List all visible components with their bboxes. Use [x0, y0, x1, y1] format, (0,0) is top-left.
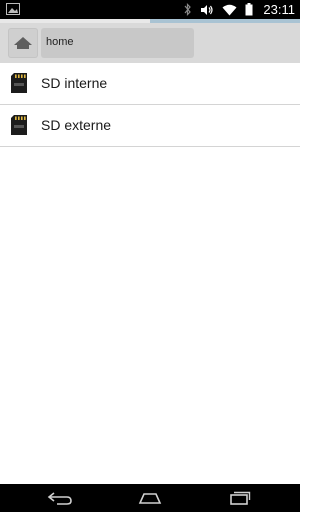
storage-list: SD interne SD externe	[0, 63, 300, 147]
status-clock: 23:11	[263, 2, 295, 17]
recents-button[interactable]	[220, 487, 260, 509]
path-bar: home	[0, 23, 300, 63]
list-item-sd-externe[interactable]: SD externe	[0, 105, 300, 147]
recents-icon	[230, 491, 251, 505]
home-icon	[138, 493, 162, 504]
sd-card-icon	[11, 73, 27, 93]
bluetooth-icon	[184, 3, 192, 16]
gallery-notification-icon	[6, 3, 20, 15]
list-item-label: SD externe	[41, 117, 112, 133]
current-path-field[interactable]: home	[41, 28, 194, 58]
home-icon	[14, 37, 32, 49]
sd-card-icon	[11, 115, 27, 135]
status-icons: 23:11	[184, 0, 295, 19]
battery-icon	[245, 3, 253, 16]
back-icon	[47, 492, 72, 505]
wifi-icon	[222, 4, 237, 15]
back-button[interactable]	[40, 487, 80, 509]
status-bar: 23:11	[0, 0, 300, 19]
list-item-sd-interne[interactable]: SD interne	[0, 63, 300, 105]
navigation-bar	[0, 484, 300, 512]
list-item-label: SD interne	[41, 75, 108, 91]
current-path-text: home	[46, 36, 74, 48]
nav-home-button[interactable]	[130, 487, 170, 509]
home-button[interactable]	[8, 28, 38, 58]
volume-icon	[201, 4, 214, 15]
